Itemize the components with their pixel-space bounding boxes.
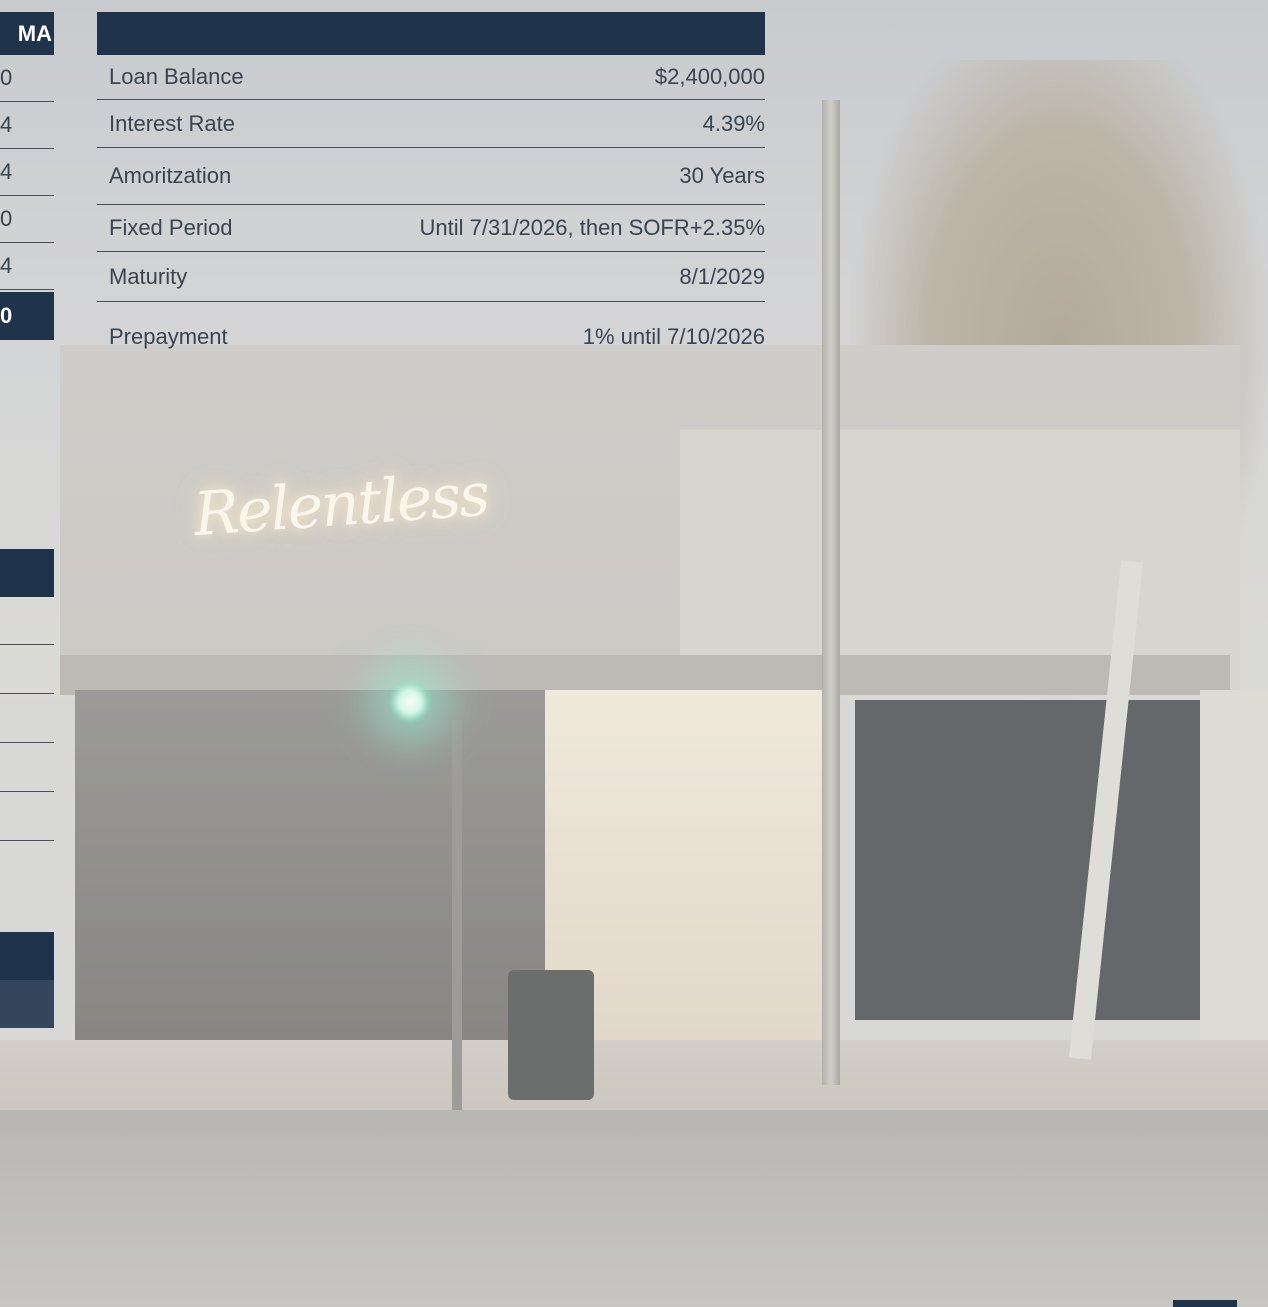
left-block-footer [0, 932, 54, 980]
left-panel-total: 0 [0, 292, 54, 340]
left-block-row [0, 644, 54, 693]
loan-value: 4.39% [702, 110, 765, 136]
loan-value: $2,400,000 [654, 64, 765, 89]
loan-row-maturity: Maturity 8/1/2029 [97, 252, 765, 302]
loan-label: Fixed Period [109, 215, 233, 240]
left-block-row [0, 693, 54, 742]
left-block-rows [0, 644, 54, 889]
left-block-header [0, 549, 54, 597]
left-panel-cell: 0 [0, 55, 54, 102]
page-corner-tab [1173, 1300, 1237, 1307]
loan-label: Interest Rate [109, 110, 235, 136]
left-block-row [0, 791, 54, 840]
left-panel-cell: 4 [0, 102, 54, 149]
loan-row-prepayment: Prepayment 1% until 7/10/2026 [97, 302, 765, 372]
left-panel-cell: 4 [0, 149, 54, 196]
loan-value: Until 7/31/2026, then SOFR+2.35% [419, 215, 766, 240]
loan-row-fixed-period: Fixed Period Until 7/31/2026, then SOFR+… [97, 205, 765, 252]
loan-label: Prepayment [109, 324, 228, 349]
left-panel-header: MA [0, 12, 54, 55]
left-panel-cell: 4 [0, 243, 54, 290]
left-panel-cell: 0 [0, 196, 54, 243]
loan-value: 1% until 7/10/2026 [582, 324, 765, 349]
loan-label: Amoritzation [109, 163, 232, 188]
loan-row-interest-rate: Interest Rate 4.39% [97, 100, 765, 148]
loan-value: 30 Years [679, 163, 765, 188]
loan-terms-table: Loan Balance $2,400,000 Interest Rate 4.… [97, 12, 765, 372]
left-block-footer-secondary [0, 980, 54, 1028]
loan-value: 8/1/2029 [679, 263, 765, 289]
left-block-row [0, 742, 54, 791]
left-block-row [0, 840, 54, 889]
loan-label: Loan Balance [109, 64, 244, 89]
loan-terms-header [97, 12, 765, 55]
left-summary-panel: MA 0 4 4 0 4 [0, 12, 54, 290]
loan-row-balance: Loan Balance $2,400,000 [97, 55, 765, 100]
loan-row-amortization: Amoritzation 30 Years [97, 148, 765, 205]
loan-label: Maturity [109, 263, 188, 289]
